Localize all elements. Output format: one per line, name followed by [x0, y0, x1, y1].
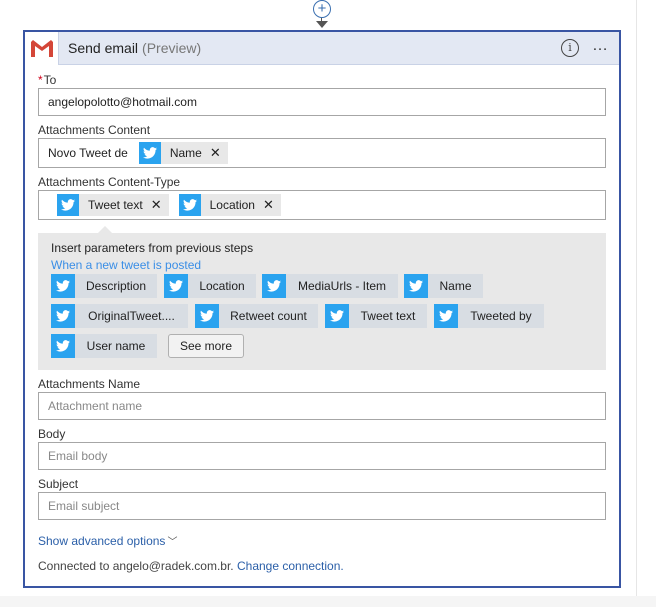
- subject-field[interactable]: Email subject: [38, 492, 606, 520]
- twitter-icon: [57, 194, 79, 216]
- body-placeholder: Email body: [48, 449, 108, 463]
- card-header[interactable]: Send email (Preview) i …: [25, 31, 619, 65]
- canvas-bottom-strip: [0, 596, 656, 607]
- chip-location[interactable]: Location: [164, 274, 256, 298]
- subject-label: Subject: [38, 477, 79, 491]
- send-email-card: Send email (Preview) i … *To angelopolott…: [23, 30, 621, 588]
- chip-label: Tweet text: [360, 309, 416, 323]
- chip-retweet-count[interactable]: Retweet count: [195, 304, 318, 328]
- attachments-content-type-label: Attachments Content-Type: [38, 175, 181, 189]
- to-value: angelopolotto@hotmail.com: [48, 95, 197, 109]
- token-label: Tweet text: [88, 198, 143, 212]
- token-label: Name: [169, 146, 202, 160]
- chip-tweet-text[interactable]: Tweet text: [325, 304, 427, 328]
- gmail-icon: [25, 31, 59, 65]
- body-field[interactable]: Email body: [38, 442, 606, 470]
- advanced-label: Show advanced options: [38, 534, 166, 548]
- twitter-icon: [195, 304, 219, 328]
- body-label: Body: [38, 427, 66, 441]
- twitter-icon: [262, 274, 286, 298]
- to-label-text: To: [43, 73, 57, 87]
- twitter-icon: [434, 304, 458, 328]
- chip-label: Tweeted by: [470, 309, 532, 323]
- chip-name[interactable]: Name: [404, 274, 483, 298]
- attachments-name-field[interactable]: Attachment name: [38, 392, 606, 420]
- twitter-icon: [51, 334, 75, 358]
- chip-description[interactable]: Description: [51, 274, 157, 298]
- panel-pointer: [98, 226, 112, 233]
- info-icon[interactable]: i: [561, 39, 579, 57]
- connection-text: Connected to angelo@radek.com.br.: [38, 559, 234, 573]
- attachments-name-label: Attachments Name: [38, 377, 141, 391]
- twitter-icon: [51, 274, 75, 298]
- chip-label: MediaUrls - Item: [297, 279, 386, 293]
- twitter-icon: [178, 194, 201, 216]
- twitter-icon: [138, 142, 161, 164]
- required-mark: *: [38, 73, 43, 87]
- chip-label: Location: [199, 279, 245, 293]
- remove-token-icon[interactable]: ✕: [151, 197, 169, 213]
- show-advanced-options-link[interactable]: Show advanced options ﹀: [38, 533, 177, 548]
- twitter-icon: [164, 274, 188, 298]
- chip-originaltweet[interactable]: OriginalTweet....: [51, 304, 188, 328]
- chevron-down-icon: ﹀: [167, 537, 178, 548]
- attachments-content-field[interactable]: Novo Tweet de Name ✕: [38, 138, 606, 168]
- card-title: Send email (Preview): [68, 40, 201, 56]
- params-source-link[interactable]: When a new tweet is posted: [51, 258, 201, 272]
- to-field[interactable]: angelopolotto@hotmail.com: [38, 88, 606, 116]
- card-title-text: Send email: [68, 40, 139, 56]
- chip-mediaurls-item[interactable]: MediaUrls - Item: [262, 274, 398, 298]
- dynamic-content-panel: Insert parameters from previous steps Wh…: [38, 226, 606, 370]
- chip-label: Name: [439, 279, 472, 293]
- subject-placeholder: Email subject: [48, 499, 120, 513]
- twitter-icon: [325, 304, 349, 328]
- token-tweet-text[interactable]: Tweet text ✕: [57, 194, 169, 216]
- chip-label: OriginalTweet....: [88, 309, 175, 323]
- connection-info: Connected to angelo@radek.com.br. Change…: [38, 559, 344, 573]
- attachments-name-placeholder: Attachment name: [48, 399, 143, 413]
- attachments-content-prefix: Novo Tweet de: [48, 146, 128, 160]
- token-label: Location: [209, 198, 255, 212]
- twitter-icon: [404, 274, 428, 298]
- remove-token-icon[interactable]: ✕: [210, 145, 228, 161]
- attachments-content-type-field[interactable]: Tweet text ✕ Location ✕: [38, 190, 606, 220]
- to-label: *To: [38, 73, 56, 87]
- attachments-content-label: Attachments Content: [38, 123, 151, 137]
- chip-tweeted-by[interactable]: Tweeted by: [434, 304, 544, 328]
- chip-label: Retweet count: [230, 309, 307, 323]
- change-connection-link[interactable]: Change connection.: [237, 559, 344, 573]
- remove-token-icon[interactable]: ✕: [263, 197, 281, 213]
- see-more-button[interactable]: See more: [168, 334, 244, 358]
- connector-plus-button[interactable]: +: [313, 0, 331, 18]
- chip-label: User name: [86, 339, 146, 353]
- chip-label: Description: [85, 279, 147, 293]
- params-title: Insert parameters from previous steps: [51, 241, 254, 255]
- preview-tag: (Preview): [142, 40, 202, 56]
- token-name[interactable]: Name ✕: [138, 142, 228, 164]
- twitter-icon: [51, 304, 75, 328]
- connector-arrow-icon: [316, 21, 328, 28]
- token-location[interactable]: Location ✕: [178, 194, 281, 216]
- canvas-divider: [636, 0, 637, 600]
- chip-user-name[interactable]: User name: [51, 334, 157, 358]
- more-options-icon[interactable]: …: [592, 38, 609, 54]
